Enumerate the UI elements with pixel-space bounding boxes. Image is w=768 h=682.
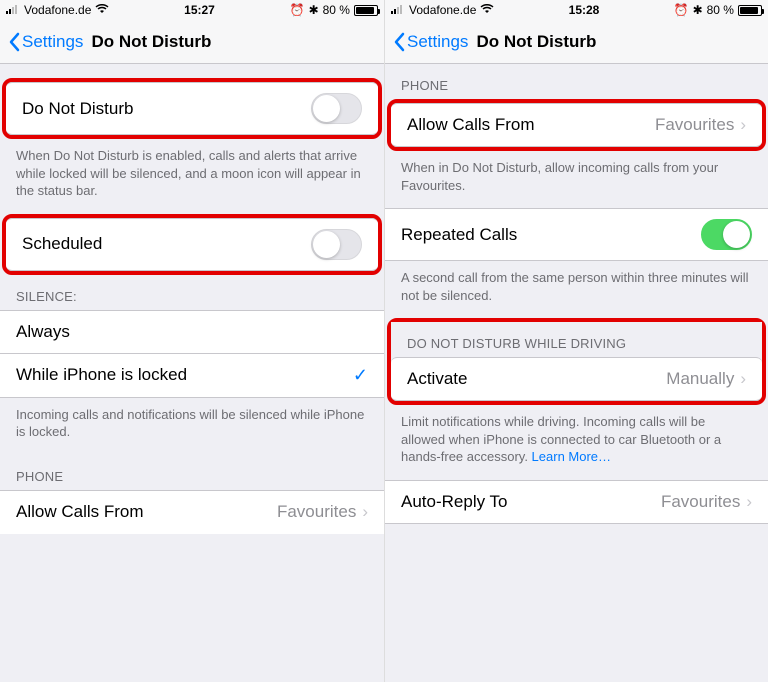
row-label: Auto-Reply To [401,492,507,512]
row-label: Allow Calls From [407,115,535,135]
screen-right: Vodafone.de 15:28 ⏰ ✱ 80 % Settings Do N… [384,0,768,682]
row-activate[interactable]: Activate Manually › [391,357,762,401]
section-header-phone: PHONE [385,64,768,99]
wifi-icon [95,3,109,17]
footer-silence: Incoming calls and notifications will be… [0,398,384,455]
carrier-label: Vodafone.de [24,3,91,17]
section-header-silence: SILENCE: [0,275,384,310]
row-allow-calls-from[interactable]: Allow Calls From Favourites › [391,103,762,147]
section-header-phone: PHONE [0,455,384,490]
row-label: Do Not Disturb [22,99,133,119]
chevron-left-icon [393,32,405,52]
highlight-driving: DO NOT DISTURB WHILE DRIVING Activate Ma… [387,318,766,405]
bluetooth-icon: ✱ [309,3,319,17]
clock-label: 15:28 [569,3,600,17]
signal-icon [6,3,20,17]
page-title: Do Not Disturb [476,32,596,52]
back-label: Settings [407,32,468,52]
group-silence: Always While iPhone is locked ✓ [0,310,384,398]
page-title: Do Not Disturb [91,32,211,52]
nav-bar: Settings Do Not Disturb [385,20,768,64]
battery-icon [354,5,378,16]
alarm-icon: ⏰ [290,3,305,17]
chevron-right-icon: › [362,502,368,522]
battery-icon [738,5,762,16]
row-scheduled[interactable]: Scheduled [6,218,378,271]
back-label: Settings [22,32,83,52]
footer-dnd: When Do Not Disturb is enabled, calls an… [0,139,384,214]
alarm-icon: ⏰ [674,3,689,17]
row-label: While iPhone is locked [16,365,187,385]
signal-icon [391,3,405,17]
section-header-driving: DO NOT DISTURB WHILE DRIVING [391,322,762,357]
row-do-not-disturb[interactable]: Do Not Disturb [6,82,378,135]
learn-more-link[interactable]: Learn More… [532,449,611,464]
footer-allow-calls: When in Do Not Disturb, allow incoming c… [385,151,768,208]
row-value: Favourites [661,492,740,512]
toggle-repeated-calls[interactable] [701,219,752,250]
footer-repeated: A second call from the same person withi… [385,261,768,318]
row-label: Always [16,322,70,342]
chevron-right-icon: › [740,115,746,135]
status-bar: Vodafone.de 15:28 ⏰ ✱ 80 % [385,0,768,20]
wifi-icon [480,3,494,17]
back-button[interactable]: Settings [393,32,468,52]
row-label: Allow Calls From [16,502,144,522]
battery-percent: 80 % [707,3,734,17]
bluetooth-icon: ✱ [693,3,703,17]
row-value: Favourites [655,115,734,135]
back-button[interactable]: Settings [8,32,83,52]
clock-label: 15:27 [184,3,215,17]
row-allow-calls-from[interactable]: Allow Calls From Favourites › [0,490,384,534]
row-label: Scheduled [22,234,102,254]
row-label: Repeated Calls [401,225,517,245]
row-repeated-calls[interactable]: Repeated Calls [385,208,768,261]
carrier-label: Vodafone.de [409,3,476,17]
toggle-scheduled[interactable] [311,229,362,260]
battery-percent: 80 % [323,3,350,17]
highlight-scheduled: Scheduled [2,214,382,275]
nav-bar: Settings Do Not Disturb [0,20,384,64]
toggle-do-not-disturb[interactable] [311,93,362,124]
row-silence-always[interactable]: Always [0,310,384,354]
footer-driving: Limit notifications while driving. Incom… [385,405,768,480]
screen-left: Vodafone.de 15:27 ⏰ ✱ 80 % Settings Do N… [0,0,384,682]
row-value: Favourites [277,502,356,522]
highlight-dnd: Do Not Disturb [2,78,382,139]
highlight-allow-calls: Allow Calls From Favourites › [387,99,766,151]
status-bar: Vodafone.de 15:27 ⏰ ✱ 80 % [0,0,384,20]
chevron-right-icon: › [740,369,746,389]
chevron-right-icon: › [746,492,752,512]
checkmark-icon: ✓ [353,365,368,386]
row-value: Manually [666,369,734,389]
row-silence-locked[interactable]: While iPhone is locked ✓ [0,354,384,398]
chevron-left-icon [8,32,20,52]
row-label: Activate [407,369,467,389]
row-auto-reply-to[interactable]: Auto-Reply To Favourites › [385,480,768,524]
